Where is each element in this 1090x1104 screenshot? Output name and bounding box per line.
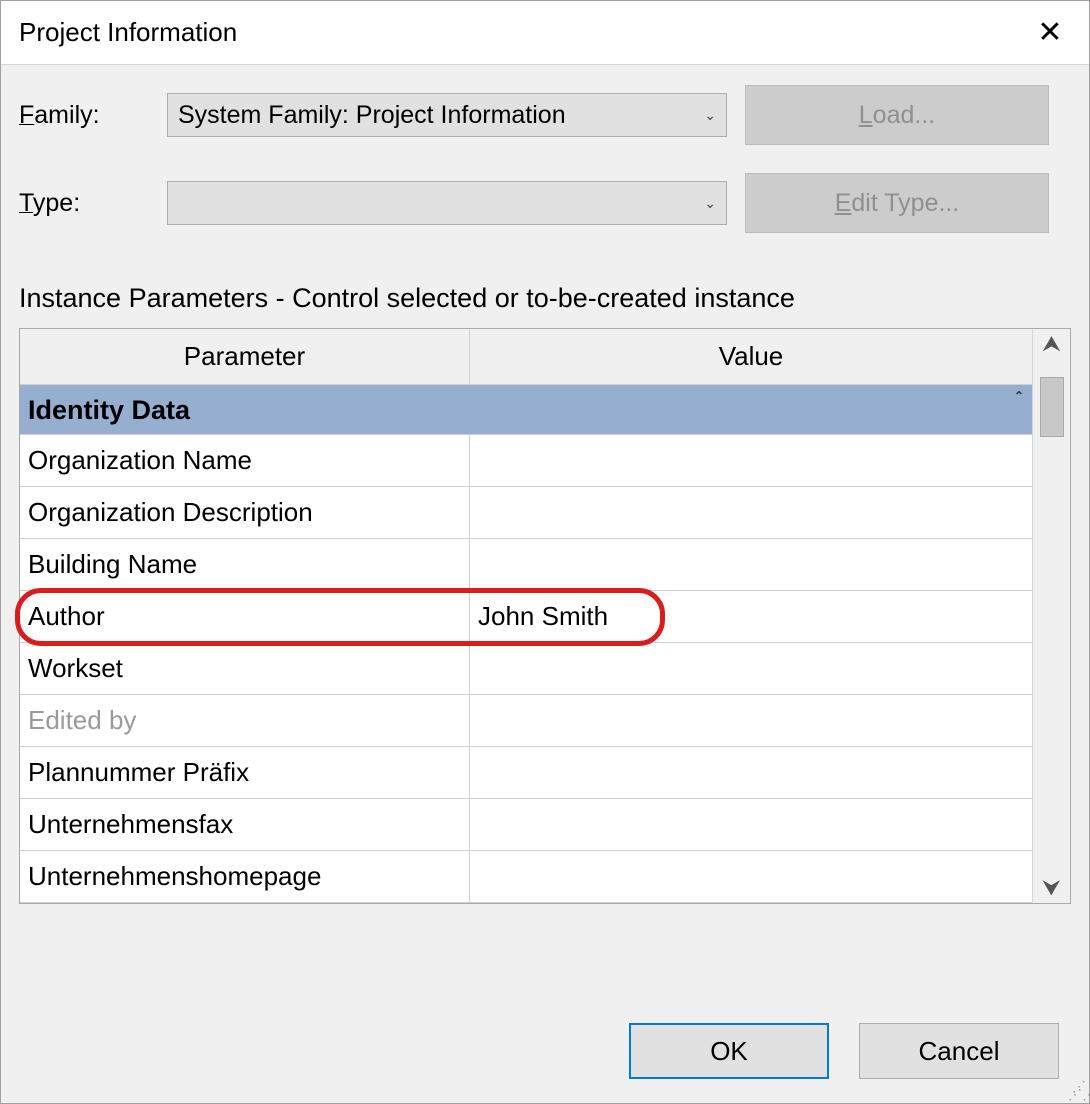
parameters-table: Parameter Value Identity Data ⌃ Organiza…: [19, 328, 1071, 904]
param-cell[interactable]: Unternehmenshomepage: [20, 851, 470, 902]
param-cell[interactable]: Author: [20, 591, 470, 642]
param-cell[interactable]: Building Name: [20, 539, 470, 590]
value-cell[interactable]: [470, 539, 1032, 590]
vertical-scrollbar[interactable]: ⮝ ⮟: [1032, 329, 1070, 903]
value-cell[interactable]: [470, 643, 1032, 694]
table-row: Unternehmenshomepage: [20, 851, 1032, 903]
value-cell[interactable]: John Smith: [470, 591, 1032, 642]
type-dropdown[interactable]: ⌄: [167, 181, 727, 225]
table-row: Plannummer Präfix: [20, 747, 1032, 799]
value-cell[interactable]: [470, 747, 1032, 798]
scroll-thumb[interactable]: [1040, 377, 1064, 437]
param-cell[interactable]: Workset: [20, 643, 470, 694]
table-header: Parameter Value: [20, 329, 1032, 385]
scroll-up-icon[interactable]: ⮝: [1042, 333, 1061, 355]
ok-button[interactable]: OK: [629, 1023, 829, 1079]
chevron-down-icon: ⌄: [704, 195, 716, 212]
scroll-down-icon[interactable]: ⮟: [1042, 877, 1061, 899]
group-identity-data[interactable]: Identity Data ⌃: [20, 385, 1032, 435]
collapse-icon[interactable]: ⌃: [1014, 389, 1024, 403]
table-row: AuthorJohn Smith: [20, 591, 1032, 643]
col-value[interactable]: Value: [470, 329, 1032, 384]
col-parameter[interactable]: Parameter: [20, 329, 470, 384]
value-cell[interactable]: [470, 435, 1032, 486]
titlebar: Project Information ✕: [1, 1, 1089, 65]
form-area: Family: System Family: Project Informati…: [1, 65, 1089, 271]
cancel-button[interactable]: Cancel: [859, 1023, 1059, 1079]
instance-parameters-caption: Instance Parameters - Control selected o…: [1, 283, 1089, 328]
family-row: Family: System Family: Project Informati…: [19, 85, 1071, 145]
param-cell[interactable]: Unternehmensfax: [20, 799, 470, 850]
family-label: Family:: [19, 101, 149, 130]
type-row: Type: ⌄ Edit Type...: [19, 173, 1071, 233]
table-main: Parameter Value Identity Data ⌃ Organiza…: [20, 329, 1032, 903]
dialog-buttons: OK Cancel: [629, 1023, 1059, 1079]
table-row: Organization Name: [20, 435, 1032, 487]
resize-grip-icon[interactable]: ⋰⋰⋰: [1068, 1082, 1086, 1100]
table-row: Unternehmensfax: [20, 799, 1032, 851]
value-cell[interactable]: [470, 487, 1032, 538]
edit-type-button[interactable]: Edit Type...: [745, 173, 1049, 233]
dialog-title: Project Information: [19, 17, 237, 48]
family-value: System Family: Project Information: [178, 101, 566, 130]
chevron-down-icon: ⌄: [704, 107, 716, 124]
table-row: Workset: [20, 643, 1032, 695]
table-row: Edited by: [20, 695, 1032, 747]
param-cell[interactable]: Plannummer Präfix: [20, 747, 470, 798]
param-cell[interactable]: Edited by: [20, 695, 470, 746]
value-cell: [470, 695, 1032, 746]
table-row: Building Name: [20, 539, 1032, 591]
value-cell[interactable]: [470, 851, 1032, 902]
value-cell[interactable]: [470, 799, 1032, 850]
load-button[interactable]: Load...: [745, 85, 1049, 145]
type-label: Type:: [19, 189, 149, 218]
close-button[interactable]: ✕: [1029, 12, 1071, 54]
close-icon: ✕: [1037, 15, 1062, 50]
table-row: Organization Description: [20, 487, 1032, 539]
family-dropdown[interactable]: System Family: Project Information ⌄: [167, 93, 727, 137]
param-cell[interactable]: Organization Description: [20, 487, 470, 538]
param-cell[interactable]: Organization Name: [20, 435, 470, 486]
